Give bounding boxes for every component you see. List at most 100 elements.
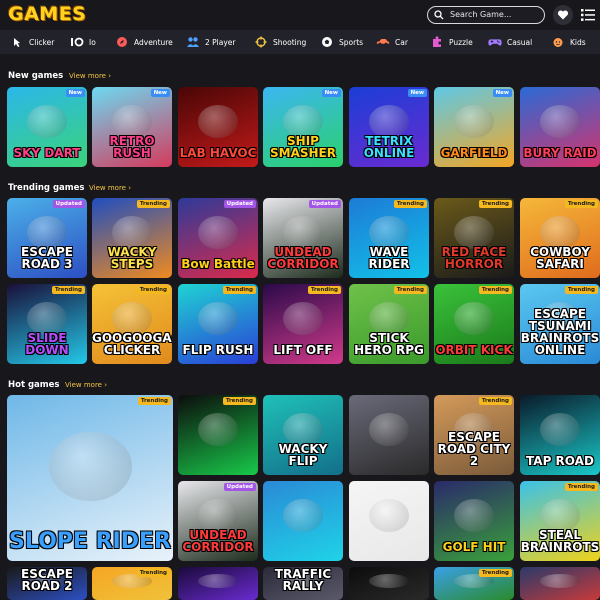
new-game-card[interactable]: GARFIELD New <box>434 87 514 167</box>
trending-game-card[interactable]: RED FACE HORROR Trending <box>434 198 514 278</box>
new-game-card[interactable]: LAB HAVOC <box>178 87 258 167</box>
game-title: ESCAPE ROAD CITY 2 <box>437 430 511 468</box>
search-box[interactable]: Search Game... <box>427 6 545 24</box>
trending-game-card[interactable]: Bow Battle Updated <box>178 198 258 278</box>
nav-item-kids[interactable]: Kids <box>551 30 586 54</box>
trending-badge: Trending <box>136 569 170 577</box>
kids-icon <box>551 35 565 49</box>
trending-badge: Trending <box>51 286 85 294</box>
nav-item-sports[interactable]: Sports <box>320 30 363 54</box>
trending-badge: Trending <box>478 569 512 577</box>
hot-game-card[interactable]: TAP ROAD <box>520 395 600 475</box>
hot-game-card[interactable]: STEAL BRAINROTS Trending <box>520 481 600 561</box>
nav-item-label: 2 Player <box>205 37 236 47</box>
hot-game-card[interactable] <box>349 481 429 561</box>
game-title: WACKY FLIP <box>278 442 328 468</box>
game-thumbnail-art <box>540 104 580 139</box>
trending-game-card[interactable]: FLIP RUSH Trending <box>178 284 258 364</box>
trending-badge: Trending <box>222 397 256 405</box>
hot-game-card[interactable]: Trending <box>92 567 172 600</box>
section-title-hot: Hot games <box>8 380 60 390</box>
hot-game-card[interactable] <box>349 567 429 600</box>
cursor-click-icon <box>10 35 24 49</box>
trending-game-card[interactable]: ESCAPE TSUNAMI BRAINROTS ONLINE Trending <box>520 284 600 364</box>
trending-badge: Trending <box>222 286 256 294</box>
hot-game-card[interactable]: GOLF HIT <box>434 481 514 561</box>
hot-game-card[interactable]: Trending <box>178 395 258 475</box>
game-title: RETRO RUSH <box>109 134 155 160</box>
trending-badge: Trending <box>478 286 512 294</box>
trending-badge: Trending <box>136 200 170 208</box>
hot-game-card[interactable]: SLOPE RIDER Trending <box>7 395 173 561</box>
search-input[interactable]: Search Game... <box>450 10 511 19</box>
game-thumbnail-art <box>198 412 238 447</box>
category-nav: Clicker Io Adventure 2 Player Shooting Sports… <box>0 30 600 54</box>
game-title: FLIP RUSH <box>182 343 254 357</box>
nav-item-puzzle[interactable]: Puzzle <box>430 30 473 54</box>
trending-game-card[interactable]: STICK HERO RPG Trending <box>349 284 429 364</box>
nav-item-label: Car <box>395 37 408 47</box>
game-thumbnail-art <box>454 498 494 533</box>
trending-game-card[interactable]: LIFT OFF Trending <box>263 284 343 364</box>
nav-item-2-player[interactable]: 2 Player <box>186 30 236 54</box>
game-title: ORBIT KICK <box>435 343 513 357</box>
favorites-button[interactable] <box>553 5 573 25</box>
trending-game-card[interactable]: ESCAPE ROAD 3 Updated <box>7 198 87 278</box>
game-thumbnail-art <box>540 412 580 447</box>
nav-item-io[interactable]: Io <box>70 30 96 54</box>
hot-game-card[interactable]: ESCAPE ROAD 2 <box>7 567 87 600</box>
hot-game-card[interactable] <box>178 567 258 600</box>
trending-badge: Trending <box>564 483 598 491</box>
updated-badge: Updated <box>223 200 256 208</box>
nav-item-car[interactable]: Car <box>376 30 408 54</box>
new-game-card[interactable]: TETRIX ONLINE New <box>349 87 429 167</box>
trending-game-card[interactable]: ORBIT KICK Trending <box>434 284 514 364</box>
section-title-new: New games <box>8 71 64 81</box>
new-game-card[interactable]: BURY RAID <box>520 87 600 167</box>
hot-game-card[interactable] <box>520 567 600 600</box>
hot-game-card[interactable]: WACKY FLIP <box>263 395 343 475</box>
trending-badge: Trending <box>307 286 341 294</box>
new-game-card[interactable]: RETRO RUSH New <box>92 87 172 167</box>
hot-game-card[interactable]: TRAFFIC RALLY <box>263 567 343 600</box>
site-header: GAMES Search Game... <box>0 0 600 30</box>
nav-item-clicker[interactable]: Clicker <box>10 30 54 54</box>
hot-game-card[interactable]: UNDEAD CORRIDOR Updated <box>178 481 258 561</box>
nav-item-shooting[interactable]: Shooting <box>254 30 306 54</box>
view-more-new-link[interactable]: View more › <box>69 72 111 80</box>
nav-item-casual[interactable]: Casual <box>488 30 532 54</box>
hot-game-card[interactable]: Trending <box>434 567 514 600</box>
trending-game-card[interactable]: SLIDE DOWN Trending <box>7 284 87 364</box>
game-thumbnail-art <box>198 104 238 139</box>
trending-game-card[interactable]: GOOGOOGAGA CLICKER Trending <box>92 284 172 364</box>
game-title: RED FACE HORROR <box>441 245 507 271</box>
site-logo[interactable]: GAMES <box>8 3 86 25</box>
hot-game-card[interactable]: ESCAPE ROAD CITY 2 Trending <box>434 395 514 475</box>
menu-button[interactable] <box>581 7 595 21</box>
view-more-trending-link[interactable]: View more › <box>89 184 131 192</box>
game-thumbnail-art <box>369 412 409 447</box>
hot-game-card[interactable] <box>349 395 429 475</box>
game-title: STICK HERO RPG <box>354 331 424 357</box>
new-game-card[interactable]: SKY DART New <box>7 87 87 167</box>
new-game-card[interactable]: SHIP SMASHER New <box>263 87 343 167</box>
game-title: BURY RAID <box>523 146 597 160</box>
trending-badge: Trending <box>478 200 512 208</box>
trending-game-card[interactable]: COWBOY SAFARI Trending <box>520 198 600 278</box>
trending-game-card[interactable]: UNDEAD CORRIDOR Updated <box>263 198 343 278</box>
menu-list-icon <box>581 9 595 21</box>
nav-item-label: Sports <box>339 37 364 47</box>
trending-badge: Trending <box>393 286 427 294</box>
trending-game-card[interactable]: WAVE RIDER Trending <box>349 198 429 278</box>
nav-item-label: Clicker <box>29 37 55 47</box>
game-thumbnail-art <box>369 498 409 533</box>
nav-item-label: Puzzle <box>449 37 473 47</box>
game-thumbnail-art <box>198 301 238 336</box>
nav-item-adventure[interactable]: Adventure <box>115 30 173 54</box>
hot-game-card[interactable] <box>263 481 343 561</box>
game-thumbnail-art <box>454 301 494 336</box>
trending-game-card[interactable]: WACKY STEPS Trending <box>92 198 172 278</box>
trending-badge: Trending <box>393 200 427 208</box>
view-more-hot-link[interactable]: View more › <box>65 381 107 389</box>
trending-badge: Trending <box>478 397 512 405</box>
